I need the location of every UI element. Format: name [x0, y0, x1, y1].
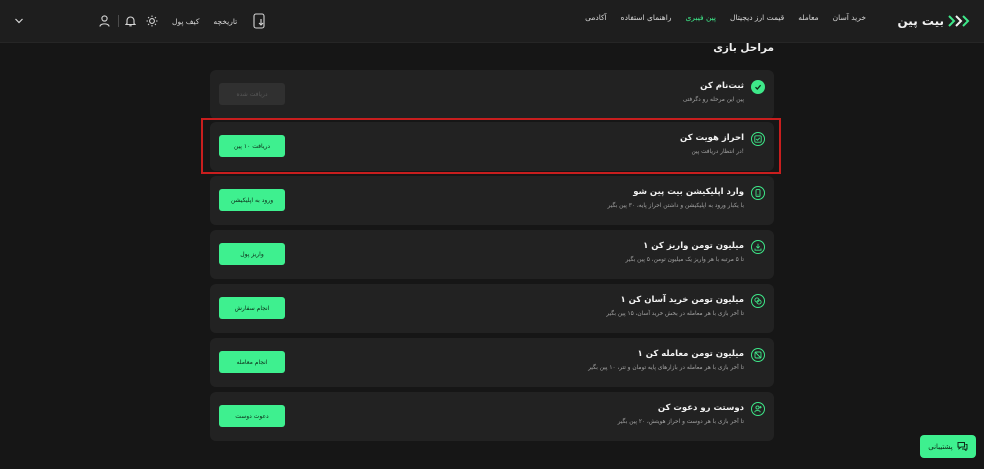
nav-item-pin-game[interactable]: پین فیبری	[685, 13, 716, 22]
trade-button[interactable]: انجام معامله	[219, 351, 285, 373]
history-link[interactable]: تاریخچه	[213, 17, 237, 26]
main-nav: خرید آسان معامله قیمت ارز دیجیتال پین فی…	[585, 13, 866, 22]
chevron-down-icon[interactable]	[14, 16, 24, 26]
nav-item-crypto-prices[interactable]: قیمت ارز دیجیتال	[730, 13, 784, 22]
step-card-deposit: ۱ میلیون تومن واریز کن تا ۵ مرتبه با هر …	[210, 230, 774, 279]
phone-download-icon[interactable]	[253, 13, 267, 29]
invite-friend-icon	[751, 402, 765, 416]
step-description: با یکبار ورود به اپلیکیشن و داشتن احراز …	[607, 203, 744, 209]
top-navigation-bar: بیت پین خرید آسان معامله قیمت ارز دیجیتا…	[0, 0, 984, 43]
step-title: ثبت‌نام کن	[700, 81, 744, 91]
step-card-trade: ۱ میلیون تومن معامله کن تا آخر بازی با ه…	[210, 338, 774, 387]
deposit-icon	[751, 240, 765, 254]
page-title: مراحل بازی	[713, 42, 774, 54]
toolbar: کیف پول تاریخچه	[14, 10, 267, 32]
step-title: دوستت رو دعوت کن	[657, 403, 744, 413]
step-title: ۱ میلیون تومن معامله کن	[637, 349, 744, 359]
step-title: ۱ میلیون تومن خرید آسان کن	[620, 295, 744, 305]
nav-item-academy[interactable]: آکادمی	[585, 13, 607, 22]
step-card-invite: دوستت رو دعوت کن تا آخر بازی با هر دوست …	[210, 392, 774, 441]
brand-logo[interactable]: بیت پین	[898, 12, 971, 30]
step-card-app-login: وارد اپلیکیشن بیت پین شو با یکبار ورود ب…	[210, 176, 774, 225]
step-description: تا ۵ مرتبه با هر واریز یک میلیون تومن، ۵…	[625, 257, 744, 263]
chat-icon	[957, 441, 968, 453]
check-icon	[751, 80, 765, 94]
wallet-link[interactable]: کیف پول	[172, 17, 199, 26]
user-icon[interactable]	[99, 15, 110, 27]
received-button: دریافت شده	[219, 83, 285, 105]
trade-icon	[751, 348, 765, 362]
invite-friend-button[interactable]: دعوت دوست	[219, 405, 285, 427]
step-description: پین این مرحله رو دگرفتی	[682, 97, 744, 103]
step-description: تا آخر بازی با هر معامله در بخش خرید آسا…	[606, 311, 744, 317]
step-card-easy-buy: ۱ میلیون تومن خرید آسان کن تا آخر بازی ب…	[210, 284, 774, 333]
sun-icon[interactable]	[146, 15, 158, 27]
support-button[interactable]: پشتیبانی	[920, 435, 976, 458]
step-card-signup: ثبت‌نام کن پین این مرحله رو دگرفتی دریاف…	[210, 70, 774, 119]
nav-item-trade[interactable]: معامله	[798, 13, 818, 22]
step-description: تا آخر بازی با هر دوست و احراز هویتش، ۲۰…	[617, 419, 744, 425]
step-title: ۱ میلیون تومن واریز کن	[643, 241, 744, 251]
logo-mark-icon	[948, 15, 970, 27]
highlight-box	[201, 118, 781, 174]
step-description: تا آخر بازی با هر معامله در بازارهای پای…	[588, 365, 744, 371]
nav-item-guide[interactable]: راهنمای استفاده	[621, 13, 672, 22]
brand-name: بیت پین	[897, 14, 945, 28]
divider	[118, 15, 119, 27]
place-order-button[interactable]: انجام سفارش	[219, 297, 285, 319]
mobile-icon	[751, 186, 765, 200]
support-label: پشتیبانی	[928, 442, 953, 451]
bell-icon[interactable]	[125, 15, 136, 27]
nav-item-easy-buy[interactable]: خرید آسان	[833, 13, 866, 22]
step-title: وارد اپلیکیشن بیت پین شو	[633, 187, 744, 197]
open-app-button[interactable]: ورود به اپلیکیشن	[219, 189, 285, 211]
deposit-button[interactable]: واریز پول	[219, 243, 285, 265]
exchange-icon	[751, 294, 765, 308]
